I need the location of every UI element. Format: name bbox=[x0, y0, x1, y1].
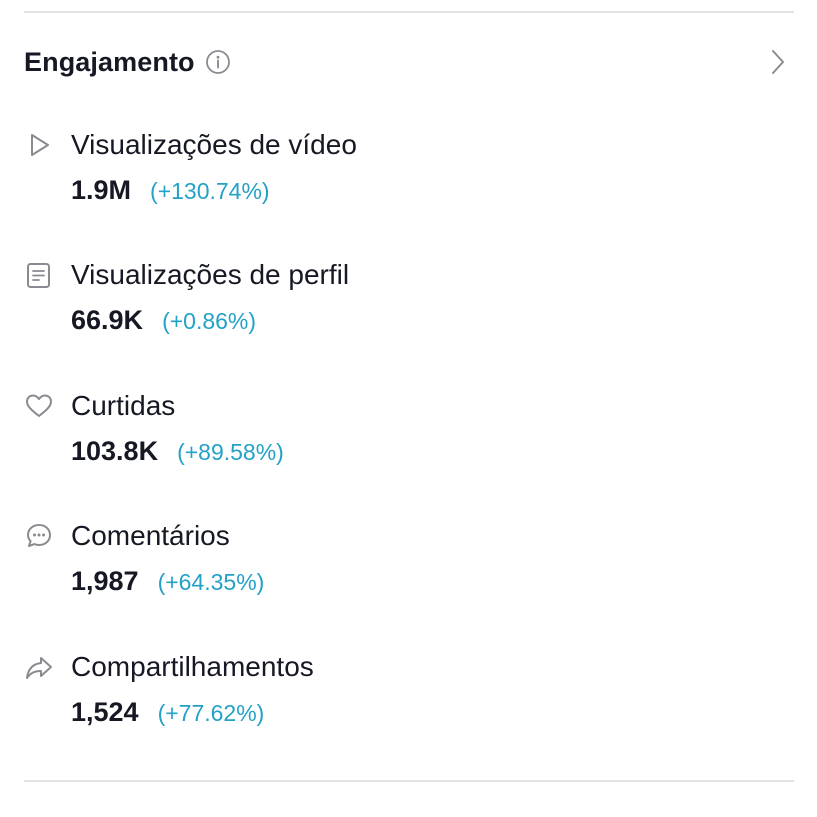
metric-value-row: 66.9K (+0.86%) bbox=[71, 303, 256, 338]
comment-icon bbox=[24, 521, 54, 551]
metric-label: Visualizações de vídeo bbox=[71, 129, 357, 160]
metric-likes[interactable]: Curtidas 103.8K (+89.58%) bbox=[24, 389, 794, 489]
metric-change: (+0.86%) bbox=[162, 308, 257, 334]
metric-value: 1.9M bbox=[71, 175, 132, 205]
metric-shares[interactable]: Compartilhamentos 1,524 (+77.62%) bbox=[24, 650, 794, 750]
share-icon bbox=[24, 652, 54, 682]
metric-value: 1,524 bbox=[71, 697, 139, 727]
metric-change: (+89.58%) bbox=[177, 439, 284, 465]
metric-label: Comentários bbox=[71, 520, 230, 551]
metric-label: Curtidas bbox=[71, 390, 176, 421]
metric-video-views[interactable]: Visualizações de vídeo 1.9M (+130.74%) bbox=[24, 128, 794, 228]
bottom-divider bbox=[24, 780, 794, 782]
metric-value-row: 1,524 (+77.62%) bbox=[71, 695, 264, 730]
metric-change: (+130.74%) bbox=[150, 178, 270, 204]
metric-profile-views[interactable]: Visualizações de perfil 66.9K (+0.86%) bbox=[24, 258, 794, 358]
metric-value-row: 1,987 (+64.35%) bbox=[71, 564, 264, 599]
heart-icon bbox=[24, 391, 54, 421]
metric-value: 1,987 bbox=[71, 566, 139, 596]
profile-icon bbox=[24, 260, 54, 290]
metric-change: (+77.62%) bbox=[157, 700, 265, 726]
metric-comments[interactable]: Comentários 1,987 (+64.35%) bbox=[24, 519, 794, 619]
metric-value: 103.8K bbox=[71, 436, 159, 466]
chevron-right-icon[interactable] bbox=[764, 48, 792, 76]
metric-label: Visualizações de perfil bbox=[71, 259, 350, 290]
info-icon[interactable] bbox=[205, 49, 231, 75]
engagement-header[interactable]: Engajamento bbox=[24, 38, 794, 86]
metric-value: 66.9K bbox=[71, 305, 144, 335]
metric-label: Compartilhamentos bbox=[71, 651, 314, 682]
metric-value-row: 103.8K (+89.58%) bbox=[71, 434, 284, 469]
section-title: Engajamento bbox=[24, 46, 195, 77]
top-divider bbox=[24, 11, 794, 13]
metric-change: (+64.35%) bbox=[157, 569, 265, 595]
play-icon bbox=[24, 130, 54, 160]
metric-value-row: 1.9M (+130.74%) bbox=[71, 173, 270, 208]
